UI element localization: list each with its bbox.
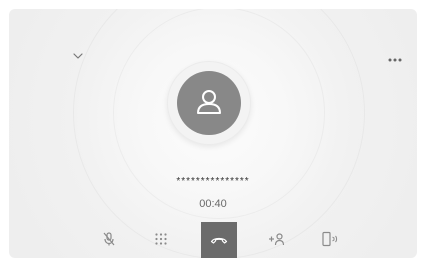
- person-icon: [197, 90, 221, 114]
- end-call-icon: [210, 237, 228, 244]
- keypad-icon: [155, 233, 167, 245]
- keypad-button[interactable]: [144, 222, 178, 256]
- mute-button[interactable]: [92, 222, 126, 256]
- avatar-circle: [177, 71, 241, 135]
- caller-number: ***************: [176, 176, 250, 187]
- phone-transfer-icon: [322, 231, 338, 247]
- add-person-icon: [269, 233, 285, 246]
- call-duration: 00:40: [199, 198, 227, 210]
- more-dots-icon[interactable]: [387, 56, 403, 64]
- end-call-button[interactable]: [201, 222, 237, 258]
- chevron-down-icon[interactable]: [71, 50, 85, 62]
- mic-off-icon: [103, 232, 115, 246]
- audio-transfer-button[interactable]: [313, 222, 347, 256]
- contact-avatar: [167, 61, 251, 145]
- add-call-button[interactable]: [260, 222, 294, 256]
